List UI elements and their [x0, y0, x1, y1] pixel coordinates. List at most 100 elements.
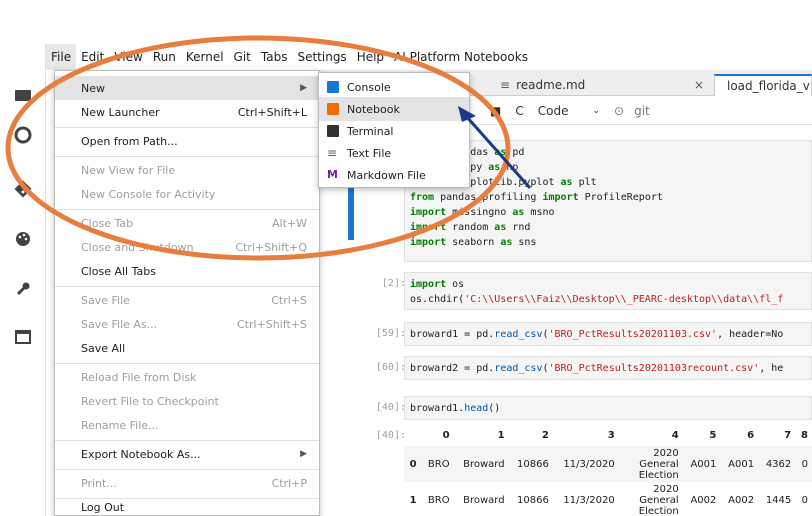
menu-help[interactable]: Help [352, 44, 389, 70]
git-icon[interactable] [0, 172, 46, 206]
clock-icon[interactable]: ⊙ [614, 104, 624, 118]
df-index: 1 [409, 494, 417, 506]
menu-item-new[interactable]: New ▶ [55, 76, 319, 100]
df-cell: 1445 [765, 494, 792, 506]
terminal-icon [327, 125, 339, 137]
menu-item-close-tab: Close Tab Alt+W [55, 211, 319, 235]
menu-item-label: Log Out [81, 500, 125, 514]
menu-item-log-out[interactable]: Log Out [55, 495, 319, 516]
df-cell: 4362 [758, 446, 796, 482]
cell-type-select[interactable]: Code [538, 104, 569, 118]
activity-bar [0, 44, 46, 516]
menu-separator [55, 156, 319, 157]
menu-item-export-notebook[interactable]: Export Notebook As... ▶ [55, 442, 319, 466]
close-icon[interactable]: × [488, 78, 490, 92]
git-button[interactable]: git [634, 104, 650, 118]
code-cell[interactable]: [40]: broward1.head() [320, 396, 812, 420]
df-cell: 0 [795, 446, 812, 482]
wrench-icon[interactable] [0, 272, 46, 306]
cell-input[interactable]: broward2 = pd.read_csv('BRO_PctResults20… [404, 356, 812, 380]
menu-separator [55, 469, 319, 470]
code-cell[interactable]: [60]: broward2 = pd.read_csv('BRO_PctRes… [320, 356, 812, 380]
tab-load-florida[interactable]: load_florida_v [714, 74, 812, 96]
df-index-header [404, 424, 421, 446]
menu-item-save-file-as: Save File As... Ctrl+Shift+S [55, 312, 319, 336]
shortcut-label: Ctrl+Shift+Q [235, 240, 307, 254]
df-column-header: 7 [784, 429, 792, 441]
tab-hidden[interactable]: × [470, 74, 490, 96]
stop-icon[interactable]: ■ [490, 104, 501, 118]
restart-icon[interactable]: C [515, 104, 523, 118]
menu-edit[interactable]: Edit [76, 44, 109, 70]
df-column-header: 0 [442, 429, 450, 441]
menu-item-label: Reload File from Disk [81, 370, 197, 384]
df-cell: A002 [728, 494, 755, 506]
menu-item-save-file: Save File Ctrl+S [55, 288, 319, 312]
menu-git[interactable]: Git [229, 44, 256, 70]
menu-item-label: Close All Tabs [81, 264, 156, 278]
tabs-icon[interactable] [0, 320, 46, 354]
submenu-item-text-file[interactable]: ≡ Text File [319, 141, 469, 165]
menu-tabs[interactable]: Tabs [256, 44, 293, 70]
tab-readme[interactable]: ≡ readme.md × [492, 74, 712, 96]
menu-bar: File Edit View Run Kernel Git Tabs Setti… [46, 44, 812, 70]
menu-separator [55, 440, 319, 441]
cell-input[interactable]: broward1 = pd.read_csv('BRO_PctResults20… [404, 322, 812, 346]
folder-icon[interactable] [0, 78, 46, 112]
menu-item-new-console: New Console for Activity [55, 182, 319, 206]
submenu-item-console[interactable]: Console [319, 75, 469, 99]
df-column-header: 8 [801, 429, 808, 441]
file-menu: New ▶ New Launcher Ctrl+Shift+L Open fro… [54, 70, 320, 516]
console-icon [327, 81, 339, 93]
menu-item-label: Save All [81, 341, 126, 355]
df-cell: 10866 [517, 494, 549, 506]
close-icon[interactable]: × [694, 78, 704, 92]
code-cell[interactable]: [2]: import os os.chdir('C:\\Users\\Faiz… [320, 272, 812, 310]
submenu-item-notebook[interactable]: Notebook [319, 97, 469, 121]
submenu-item-terminal[interactable]: Terminal [319, 119, 469, 143]
code-cell[interactable]: [59]: broward1 = pd.read_csv('BRO_PctRes… [320, 322, 812, 346]
cell-prompt: [2]: [381, 278, 406, 289]
menu-item-save-all[interactable]: Save All [55, 336, 319, 360]
submenu-item-label: Console [347, 80, 391, 94]
menu-item-close-all-tabs[interactable]: Close All Tabs [55, 259, 319, 283]
menu-item-new-view: New View for File [55, 158, 319, 182]
df-cell: Broward [463, 494, 505, 506]
palette-icon[interactable] [0, 222, 46, 256]
shortcut-label: Ctrl+Shift+L [237, 105, 307, 119]
menu-kernel[interactable]: Kernel [181, 44, 229, 70]
df-column-header: 2 [541, 429, 549, 441]
dataframe-output: 0 1 2 3 4 5 6 7 8 0 BRO Broward 10866 11… [404, 424, 812, 516]
menu-view[interactable]: View [109, 44, 147, 70]
menu-ai-platform[interactable]: AI Platform Notebooks [389, 44, 533, 70]
menu-item-label: Close and Shutdown [81, 240, 194, 254]
df-cell: BRO [420, 446, 454, 482]
menu-file[interactable]: File [46, 44, 77, 70]
menu-item-open-from-path[interactable]: Open from Path... [55, 129, 319, 153]
menu-item-new-launcher[interactable]: New Launcher Ctrl+Shift+L [55, 100, 319, 124]
menu-settings[interactable]: Settings [292, 44, 351, 70]
table-row: 0 BRO Broward 10866 11/3/2020 2020 Gener… [404, 446, 812, 482]
menu-item-print: Print... Ctrl+P [55, 471, 319, 495]
submenu-item-label: Terminal [347, 124, 394, 138]
menu-item-rename-file: Rename File... [55, 413, 319, 437]
table-row: 1 BRO Broward 10866 11/3/2020 2020 Gener… [404, 482, 812, 516]
submenu-item-markdown-file[interactable]: M Markdown File [319, 163, 469, 187]
notebook-icon [327, 103, 339, 115]
df-column-header: 1 [497, 429, 505, 441]
cell-input[interactable]: broward1.head() [404, 396, 812, 420]
df-cell: 11/3/2020 [552, 446, 619, 482]
df-cell: 10866 [508, 446, 553, 482]
shortcut-label: Ctrl+Shift+S [237, 317, 307, 331]
chevron-down-icon[interactable]: ⌄ [592, 106, 600, 116]
cell-input[interactable]: import os os.chdir('C:\\Users\\Faiz\\Des… [404, 272, 812, 310]
menu-run[interactable]: Run [148, 44, 181, 70]
menu-item-label: Close Tab [81, 216, 134, 230]
menu-item-label: Revert File to Checkpoint [81, 394, 219, 408]
submenu-arrow-icon: ▶ [300, 449, 307, 459]
shortcut-label: Ctrl+S [271, 293, 307, 307]
menu-item-label: Save File [81, 293, 130, 307]
menu-item-label: Save File As... [81, 317, 158, 331]
menu-item-label: New Console for Activity [81, 187, 216, 201]
running-icon[interactable] [0, 118, 46, 152]
